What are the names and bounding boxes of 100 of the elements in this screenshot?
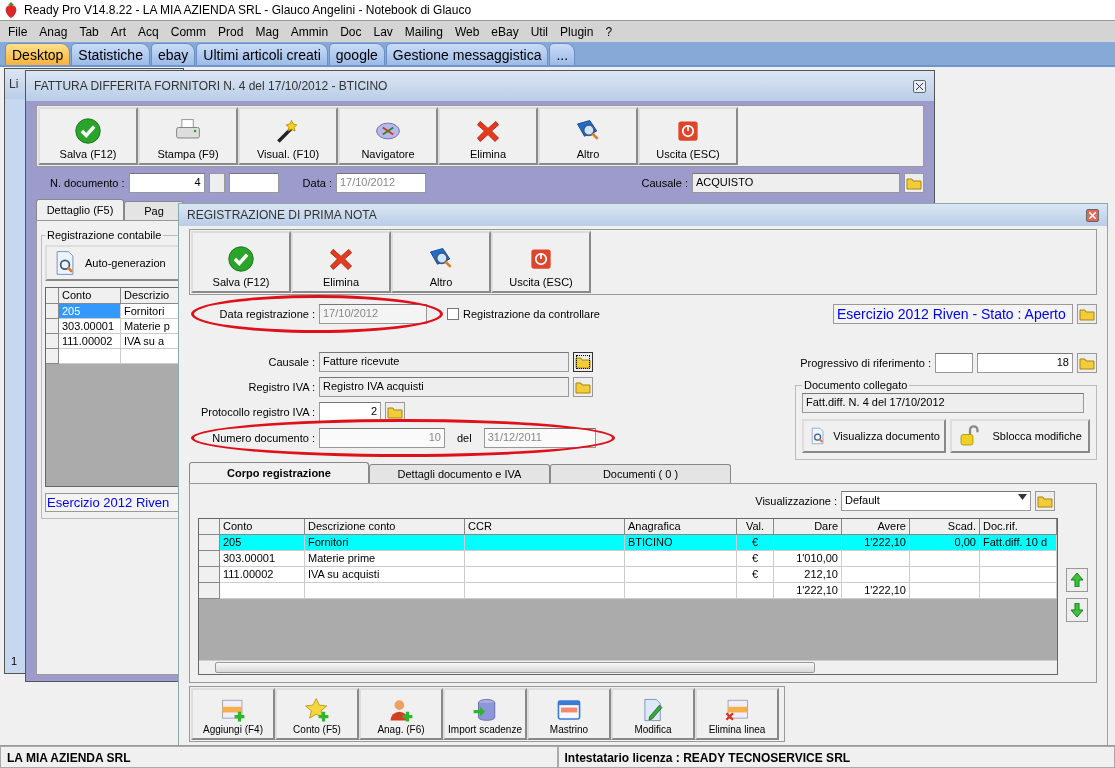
table-cell: 1'222,10 (774, 583, 842, 599)
close-button[interactable] (913, 79, 926, 93)
menu-item[interactable]: Anag (35, 24, 76, 39)
folder-icon (1037, 494, 1053, 508)
row-header[interactable] (199, 583, 220, 599)
row-header[interactable] (199, 567, 220, 583)
row-header[interactable] (46, 334, 59, 349)
tab[interactable]: Dettagli documento e IVA (369, 464, 550, 483)
action-button[interactable]: Sblocca modifiche (950, 419, 1090, 453)
workspace-tab[interactable]: google (328, 43, 385, 65)
menu-item[interactable]: eBay (487, 24, 527, 39)
workspace-tab[interactable]: ebay (150, 43, 196, 65)
table-cell: Materie prime (305, 551, 465, 567)
table-cell: 1'222,10 (842, 535, 910, 551)
toolbar-button[interactable]: Anag. (F6) (359, 688, 443, 740)
horizontal-scrollbar[interactable] (199, 660, 1057, 674)
menu-item[interactable]: Lav (369, 24, 401, 39)
group-title: Documento collegato (803, 379, 909, 391)
toolbar-button[interactable]: Stampa (F9) (138, 107, 238, 165)
toolbar-button[interactable]: Navigatore (338, 107, 438, 165)
toolbar-button[interactable]: Uscita (ESC) (491, 231, 591, 293)
view-dropdown[interactable]: Default (841, 491, 1031, 511)
menu-item[interactable]: Art (106, 24, 135, 39)
checkbox[interactable] (447, 308, 459, 320)
document-number-field[interactable]: 10 (319, 428, 445, 448)
toolbar-button[interactable]: Elimina linea (695, 688, 779, 740)
table-cell: € (737, 551, 774, 567)
date-field[interactable]: 31/12/2011 (483, 428, 596, 448)
calendar-icon (556, 697, 582, 723)
series-dropdown[interactable] (228, 173, 279, 193)
workspace-tab[interactable]: Statistiche (71, 43, 150, 65)
toolbar-button[interactable]: Elimina (291, 231, 391, 293)
move-down-button[interactable] (1066, 598, 1088, 622)
toolbar-button[interactable]: Altro (538, 107, 638, 165)
header-corner (46, 288, 59, 304)
toolbar-button[interactable]: Salva (F12) (38, 107, 138, 165)
table-cell: 1'222,10 (842, 583, 910, 599)
toolbar-button[interactable]: Modifica (611, 688, 695, 740)
workspace-tab[interactable]: ... (549, 43, 576, 65)
date-field[interactable]: 17/10/2012 (335, 173, 426, 193)
row-header[interactable] (46, 319, 59, 334)
progressive-field[interactable]: 18 (977, 353, 1073, 373)
workspace-tab[interactable]: Gestione messaggistica (385, 43, 549, 65)
toolbar-button[interactable]: Uscita (ESC) (638, 107, 738, 165)
table-cell (774, 535, 842, 551)
toolbar-button[interactable]: Conto (F5) (275, 688, 359, 740)
menu-item[interactable]: Acq (134, 24, 167, 39)
row-header[interactable] (46, 304, 59, 319)
row-header[interactable] (199, 535, 220, 551)
causale-field[interactable]: ACQUISTO (692, 173, 900, 193)
menu-item[interactable]: Plugin (556, 24, 602, 39)
row-header[interactable] (46, 349, 59, 364)
tab[interactable]: Pag (124, 201, 184, 220)
workspace-tab[interactable]: Ultimi articoli creati (196, 43, 328, 65)
close-button[interactable] (1086, 208, 1099, 222)
protocol-field[interactable]: 2 (319, 402, 381, 422)
menu-item[interactable]: Mag (251, 24, 287, 39)
table-cell: BTICINO (625, 535, 737, 551)
row-header[interactable] (199, 551, 220, 567)
workspace-tab[interactable]: Desktop (5, 43, 71, 65)
table-cell: IVA su acquisti (305, 567, 465, 583)
toolbar-button[interactable]: Salva (F12) (191, 231, 291, 293)
menu-item[interactable]: Prod (214, 24, 252, 39)
menu-item[interactable]: Doc (336, 24, 370, 39)
toolbar-button[interactable]: Altro (391, 231, 491, 293)
menu-item[interactable]: ? (601, 24, 621, 39)
arrow-up-icon (1071, 573, 1083, 587)
table-cell: 0,00 (910, 535, 980, 551)
toolbar-button[interactable]: Elimina (438, 107, 538, 165)
column-header: Conto (220, 519, 305, 535)
table-cell (910, 551, 980, 567)
toolbar-button[interactable]: Aggiungi (F4) (191, 688, 275, 740)
text-field[interactable]: Fatture ricevute (319, 351, 569, 372)
text-field[interactable] (935, 353, 973, 373)
tab[interactable]: Dettaglio (F5) (36, 199, 124, 220)
menu-item[interactable]: Mailing (400, 24, 451, 39)
action-button[interactable]: Visualizza documento (802, 419, 946, 453)
text-field[interactable]: Registro IVA acquisti (319, 376, 569, 397)
table-cell: € (737, 535, 774, 551)
menu-item[interactable]: Tab (75, 24, 107, 39)
toolbar-button[interactable]: Visual. (F10) (238, 107, 338, 165)
tab[interactable]: Documenti ( 0 ) (550, 464, 731, 483)
menu-item[interactable]: Web (450, 24, 488, 39)
column-header: Val. (737, 519, 774, 535)
small-button[interactable] (208, 173, 225, 193)
toolbar-button[interactable]: Import scadenze (443, 688, 527, 740)
field-label: del (457, 432, 472, 444)
database-arrow-icon (472, 697, 498, 723)
menu-item[interactable]: Ammin (286, 24, 337, 39)
document-number-field[interactable]: 4 (128, 173, 205, 193)
linked-document-field: Fatt.diff. N. 4 del 17/10/2012 (802, 393, 1084, 413)
folder-button[interactable] (573, 351, 593, 372)
tab[interactable]: Corpo registrazione (189, 462, 369, 483)
folder-icon (575, 379, 591, 394)
menu-item[interactable]: Util (526, 24, 557, 39)
menu-item[interactable]: File (4, 24, 36, 39)
toolbar-button[interactable]: Mastrino (527, 688, 611, 740)
move-up-button[interactable] (1066, 568, 1088, 592)
menu-item[interactable]: Comm (166, 24, 215, 39)
table-cell: 205 (59, 304, 121, 319)
